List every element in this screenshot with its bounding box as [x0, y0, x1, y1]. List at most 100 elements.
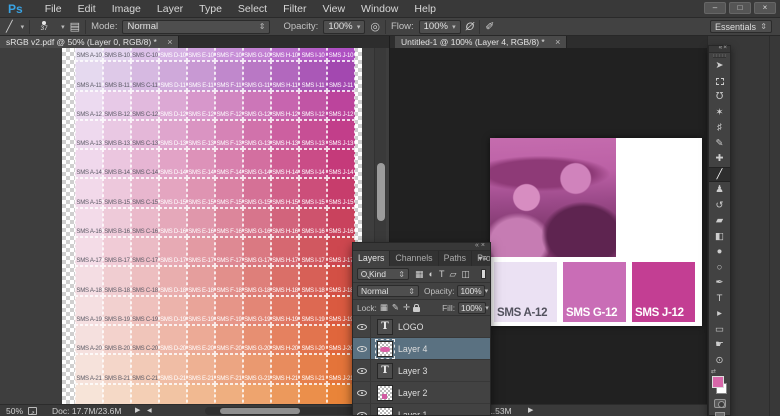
path-select-tool[interactable]: ▸ [709, 306, 730, 322]
close-icon[interactable]: × [167, 37, 172, 47]
mode-select[interactable]: Normal ⇕ [122, 20, 270, 34]
type-tool[interactable]: T [709, 291, 730, 307]
layer-thumbnail[interactable] [377, 407, 393, 416]
blend-mode-select[interactable]: Normal ⇕ [357, 285, 419, 297]
toggle-brush-panel-icon[interactable]: ▤ [70, 20, 80, 34]
pen-tool[interactable]: ✒ [709, 275, 730, 291]
layer-thumbnail[interactable] [377, 341, 393, 357]
lasso-tool[interactable]: ℧ [709, 89, 730, 105]
lock-pixels-icon[interactable]: ✎ [392, 302, 399, 313]
magic-wand-tool[interactable]: ✶ [709, 105, 730, 121]
layer-fill-field[interactable]: 100% ▾ [458, 302, 486, 314]
layer-row-layer-3[interactable]: TLayer 3 [353, 360, 490, 382]
scrollbar-thumb[interactable] [220, 408, 300, 414]
hand-tool[interactable]: ☛ [709, 337, 730, 353]
opacity-field[interactable]: 100% ▾ [323, 20, 365, 34]
close-button[interactable]: × [754, 2, 776, 14]
visibility-toggle[interactable] [353, 404, 371, 416]
eraser-tool[interactable]: ▰ [709, 213, 730, 229]
swap-colors-icon[interactable]: ⇄ [711, 368, 716, 375]
move-tool[interactable]: ➤ [709, 58, 730, 74]
layer-row-logo[interactable]: TLOGO [353, 316, 490, 338]
pixel-filter-icon[interactable]: ▦ [415, 268, 424, 280]
filter-toggle[interactable] [481, 269, 486, 279]
swatch-cell: SMS G-11 [243, 61, 271, 90]
panel-menu-icon[interactable]: ≡ [482, 254, 487, 263]
adjustment-filter-icon[interactable]: ◐ [429, 268, 434, 280]
brush-tool-icon[interactable]: ╱ [6, 20, 13, 34]
visibility-toggle[interactable] [353, 382, 371, 403]
chevron-down-icon[interactable]: ▾ [21, 23, 25, 31]
zoom-tool[interactable]: ⊙ [709, 353, 730, 369]
status-flyout-icon[interactable]: ▶ [135, 405, 140, 416]
menu-view[interactable]: View [314, 0, 353, 18]
menu-select[interactable]: Select [230, 0, 275, 18]
dodge-tool[interactable]: ○ [709, 260, 730, 276]
eyedropper-tool[interactable]: ✎ [709, 136, 730, 152]
marquee-tool[interactable] [709, 74, 730, 90]
lock-all-icon[interactable] [413, 307, 420, 312]
zoom-level[interactable]: 50% [6, 405, 23, 416]
shape-filter-icon[interactable]: ▱ [449, 268, 456, 280]
artboard[interactable]: SMS A-12SMS G-12SMS J-12 [490, 138, 702, 326]
layer-opacity-field[interactable]: 100% ▾ [457, 285, 485, 297]
pressure-opacity-icon[interactable]: ◎ [370, 20, 380, 34]
menu-edit[interactable]: Edit [70, 0, 104, 18]
screen-mode-icon[interactable] [715, 412, 725, 416]
tab-channels[interactable]: Channels [390, 251, 438, 266]
tab-layers[interactable]: Layers [353, 251, 390, 266]
layer-row-layer-2[interactable]: Layer 2 [353, 382, 490, 404]
tab-untitled-1[interactable]: Untitled-1 @ 100% (Layer 4, RGB/8) * × [395, 36, 567, 48]
type-filter-icon[interactable]: T [439, 268, 445, 280]
visibility-toggle[interactable] [353, 316, 371, 337]
layers-panel-header[interactable]: «× [353, 243, 490, 251]
restore-button[interactable]: □ [729, 2, 751, 14]
status-flyout-icon[interactable]: ▶ [528, 405, 533, 416]
clone-stamp-tool[interactable]: ♟ [709, 182, 730, 198]
tools-panel-header[interactable]: «× [709, 46, 730, 53]
chevron-down-icon[interactable]: ▾ [61, 23, 65, 31]
tab-paths[interactable]: Paths [439, 251, 473, 266]
close-icon[interactable]: × [481, 242, 487, 249]
close-icon[interactable]: × [723, 44, 728, 51]
layer-thumbnail[interactable] [377, 385, 393, 401]
foreground-color-well[interactable] [712, 376, 724, 388]
visibility-toggle[interactable] [353, 338, 371, 359]
pressure-size-icon[interactable]: ✐ [485, 20, 494, 34]
menu-help[interactable]: Help [406, 0, 444, 18]
scrollbar-thumb[interactable] [377, 163, 385, 221]
share-icon[interactable]: ↗ [28, 407, 37, 415]
gradient-tool[interactable]: ◧ [709, 229, 730, 245]
layer-row-layer-4[interactable]: Layer 4 [353, 338, 490, 360]
menu-image[interactable]: Image [104, 0, 149, 18]
minimize-button[interactable]: – [704, 2, 726, 14]
airbrush-icon[interactable]: Ø [466, 20, 475, 34]
lock-position-icon[interactable]: ✛ [403, 302, 410, 313]
menu-file[interactable]: File [37, 0, 70, 18]
menu-window[interactable]: Window [353, 0, 406, 18]
brush-tool[interactable]: ╱ [709, 167, 730, 183]
menu-filter[interactable]: Filter [275, 0, 314, 18]
blur-tool[interactable]: ● [709, 244, 730, 260]
canvas-srgb[interactable]: SMS A-10SMS B-10SMS C-10SMS D-10SMS E-10… [0, 48, 389, 404]
layer-row-layer-1[interactable]: Layer 1 [353, 404, 490, 416]
workspace-switcher[interactable]: Essentials ⇕ [710, 20, 772, 33]
close-icon[interactable]: × [555, 37, 560, 47]
kind-filter-select[interactable]: Kind ⇕ [357, 268, 409, 280]
crop-tool[interactable]: ♯ [709, 120, 730, 136]
lock-transparency-icon[interactable]: ▦ [380, 302, 388, 313]
layer-thumbnail[interactable]: T [377, 363, 393, 379]
tab-srgb-v2-pdf[interactable]: sRGB v2.pdf @ 50% (Layer 0, RGB/8) * × [0, 36, 179, 48]
brush-preset-picker[interactable]: 37 [35, 21, 53, 32]
history-brush-tool[interactable]: ↺ [709, 198, 730, 214]
quick-mask-icon[interactable] [714, 399, 726, 408]
status-back-icon[interactable]: ◀ [147, 405, 152, 416]
smart-object-filter-icon[interactable]: ◫ [461, 268, 470, 280]
layer-thumbnail[interactable]: T [377, 319, 393, 335]
shape-tool[interactable]: ▭ [709, 322, 730, 338]
healing-brush-tool[interactable]: ✚ [709, 151, 730, 167]
visibility-toggle[interactable] [353, 360, 371, 381]
flow-field[interactable]: 100% ▾ [419, 20, 461, 34]
menu-type[interactable]: Type [191, 0, 230, 18]
menu-layer[interactable]: Layer [149, 0, 191, 18]
